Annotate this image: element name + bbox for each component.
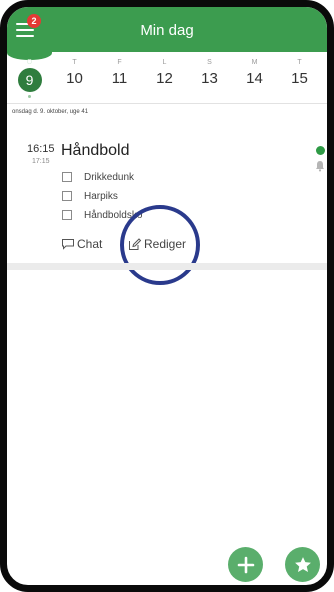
day-10[interactable]: T 10 bbox=[52, 52, 97, 103]
day-9[interactable]: O 9 bbox=[7, 46, 52, 103]
day-number: 14 bbox=[246, 70, 263, 87]
day-letter: O bbox=[26, 59, 33, 66]
week-divider bbox=[7, 103, 327, 104]
phone-frame: 2 Min dag O 9 T 10 F 11 L 12 S 13 M 14 T… bbox=[0, 0, 334, 592]
day-12[interactable]: L 12 bbox=[142, 52, 187, 103]
app-header: 2 Min dag bbox=[7, 7, 327, 52]
add-button[interactable] bbox=[228, 547, 263, 582]
day-number: 12 bbox=[156, 70, 173, 87]
edit-icon bbox=[129, 237, 142, 250]
event-indicator-dot bbox=[28, 95, 31, 98]
checkbox[interactable] bbox=[62, 191, 72, 201]
day-14[interactable]: M 14 bbox=[232, 52, 277, 103]
day-number: 15 bbox=[291, 70, 308, 87]
day-letter: F bbox=[117, 59, 122, 66]
day-15[interactable]: T 15 bbox=[277, 52, 322, 103]
event-start-time: 16:15 bbox=[27, 143, 55, 155]
day-number: 9 bbox=[17, 68, 42, 92]
day-letter: M bbox=[251, 59, 258, 66]
status-dot bbox=[316, 146, 325, 155]
edit-label: Rediger bbox=[144, 237, 187, 251]
week-strip: O 9 T 10 F 11 L 12 S 13 M 14 T 15 bbox=[7, 46, 327, 103]
checklist-item[interactable]: Harpiks bbox=[62, 189, 118, 203]
page-title: Min dag bbox=[140, 22, 194, 39]
day-letter: T bbox=[72, 59, 77, 66]
star-icon bbox=[294, 556, 311, 572]
checklist-item[interactable]: Drikkedunk bbox=[62, 170, 134, 184]
plus-icon bbox=[237, 556, 254, 573]
event-title[interactable]: Håndbold bbox=[61, 142, 130, 160]
event-end-time: 17:15 bbox=[32, 158, 50, 165]
checklist-label: Harpiks bbox=[84, 190, 118, 202]
checkbox[interactable] bbox=[62, 210, 72, 220]
favorite-button[interactable] bbox=[285, 547, 320, 582]
date-heading: onsdag d. 9. oktober, uge 41 bbox=[12, 109, 89, 115]
checklist-label: Håndboldsko bbox=[84, 209, 143, 221]
checklist-item[interactable]: Håndboldsko bbox=[62, 208, 142, 222]
bell-icon[interactable] bbox=[315, 160, 325, 172]
day-11[interactable]: F 11 bbox=[97, 52, 142, 103]
chat-label: Chat bbox=[77, 237, 103, 251]
checklist-label: Drikkedunk bbox=[84, 171, 135, 183]
chat-bubble-icon bbox=[62, 239, 74, 250]
edit-button[interactable]: Rediger bbox=[128, 237, 186, 251]
day-letter: S bbox=[207, 59, 212, 66]
day-number: 10 bbox=[66, 70, 83, 87]
day-letter: T bbox=[297, 59, 302, 66]
checkbox[interactable] bbox=[62, 172, 72, 182]
chat-button[interactable]: Chat bbox=[61, 237, 102, 251]
day-number: 13 bbox=[201, 70, 218, 87]
day-letter: L bbox=[162, 59, 167, 66]
section-separator bbox=[7, 263, 327, 270]
day-13[interactable]: S 13 bbox=[187, 52, 232, 103]
day-number: 11 bbox=[111, 70, 128, 87]
